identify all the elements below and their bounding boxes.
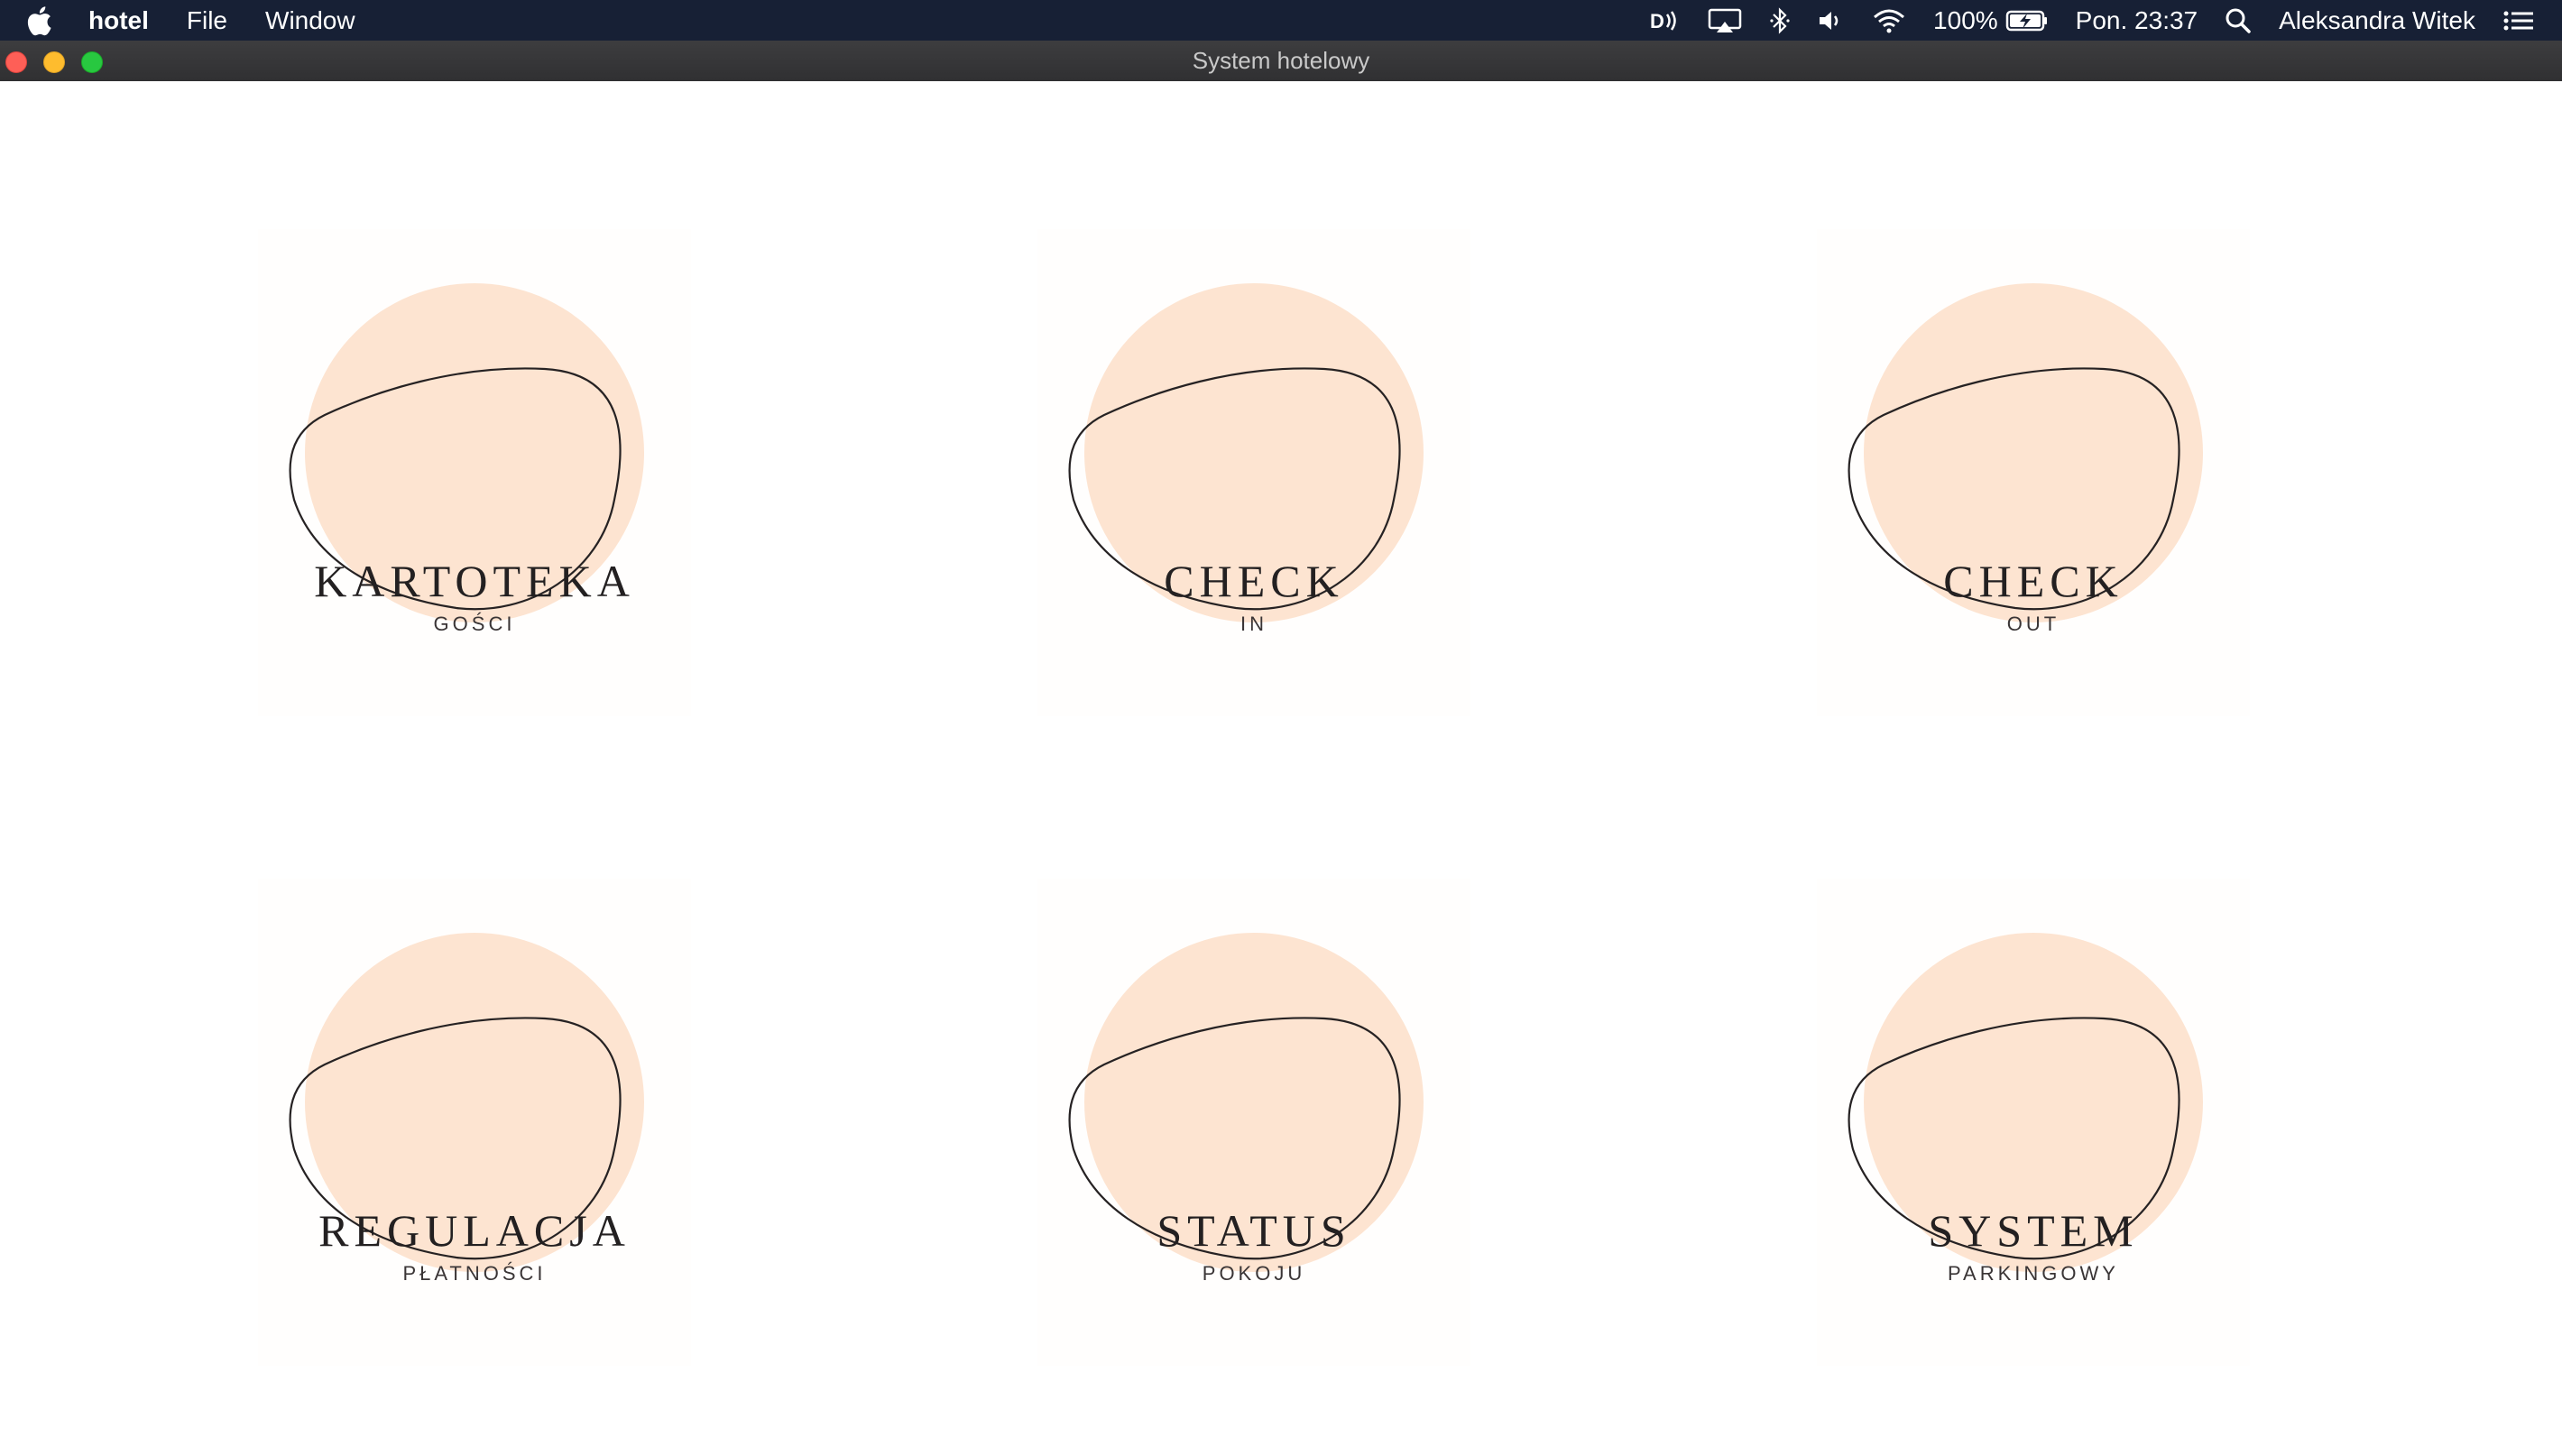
menu-bar: hotel File Window D 100% Pon. 23:37 Alek…: [0, 0, 2562, 41]
svg-text:D: D: [1650, 10, 1664, 32]
tile-circle-graphic: [289, 933, 644, 1272]
tile-subtitle: IN: [1240, 613, 1267, 635]
window-title-bar[interactable]: System hotelowy: [0, 41, 2562, 82]
tile-status-pokoju[interactable]: STATUS POKOJU: [1037, 879, 1470, 1366]
battery-icon[interactable]: [2005, 8, 2049, 33]
notification-center-icon[interactable]: [2502, 8, 2535, 33]
tile-subtitle: PARKINGOWY: [1948, 1262, 2119, 1285]
tile-subtitle: GOŚCI: [433, 613, 516, 635]
main-menu: KARTOTEKA GOŚCI CHECK IN CHECK OUT REGUL…: [0, 81, 2562, 1456]
tile-title: CHECK: [1943, 556, 2124, 606]
tile-subtitle: OUT: [2006, 613, 2060, 635]
tile-circle-graphic: [1848, 283, 2203, 622]
minimize-button[interactable]: [43, 51, 65, 73]
bluetooth-icon[interactable]: [1769, 6, 1791, 35]
tile-circle-graphic: [289, 283, 644, 622]
tile-kartoteka-gosci[interactable]: KARTOTEKA GOŚCI: [258, 229, 691, 716]
zoom-button[interactable]: [81, 51, 103, 73]
tile-subtitle: PŁATNOŚCI: [402, 1262, 547, 1285]
tile-system-parkingowy[interactable]: SYSTEM PARKINGOWY: [1817, 879, 2250, 1366]
tile-title: CHECK: [1164, 556, 1344, 606]
user-name[interactable]: Aleksandra Witek: [2279, 6, 2475, 35]
airplay-icon[interactable]: [1708, 7, 1742, 34]
battery-percentage[interactable]: 100%: [1933, 6, 1998, 35]
tile-subtitle: POKOJU: [1202, 1262, 1306, 1285]
apple-icon[interactable]: [25, 5, 52, 36]
menu-app-name[interactable]: hotel: [88, 6, 149, 35]
clock[interactable]: Pon. 23:37: [2076, 6, 2198, 35]
tile-check-out[interactable]: CHECK OUT: [1817, 229, 2250, 716]
tile-circle-graphic: [1068, 283, 1424, 622]
wifi-icon[interactable]: [1872, 7, 1906, 34]
tile-title: REGULACJA: [318, 1205, 631, 1256]
tile-title: SYSTEM: [1928, 1205, 2139, 1256]
tile-regulacja-platnosci[interactable]: REGULACJA PŁATNOŚCI: [258, 879, 691, 1366]
menu-window[interactable]: Window: [265, 6, 355, 35]
window-title: System hotelowy: [1192, 47, 1370, 74]
siri-icon[interactable]: D: [1650, 8, 1681, 33]
tile-check-in[interactable]: CHECK IN: [1037, 229, 1470, 716]
tile-circle-graphic: [1068, 933, 1424, 1272]
menu-file[interactable]: File: [187, 6, 227, 35]
tile-title: STATUS: [1157, 1205, 1351, 1256]
spotlight-icon[interactable]: [2225, 7, 2252, 34]
tile-title: KARTOTEKA: [314, 556, 635, 606]
volume-icon[interactable]: [1818, 8, 1845, 33]
close-button[interactable]: [5, 51, 27, 73]
tile-circle-graphic: [1848, 933, 2203, 1272]
